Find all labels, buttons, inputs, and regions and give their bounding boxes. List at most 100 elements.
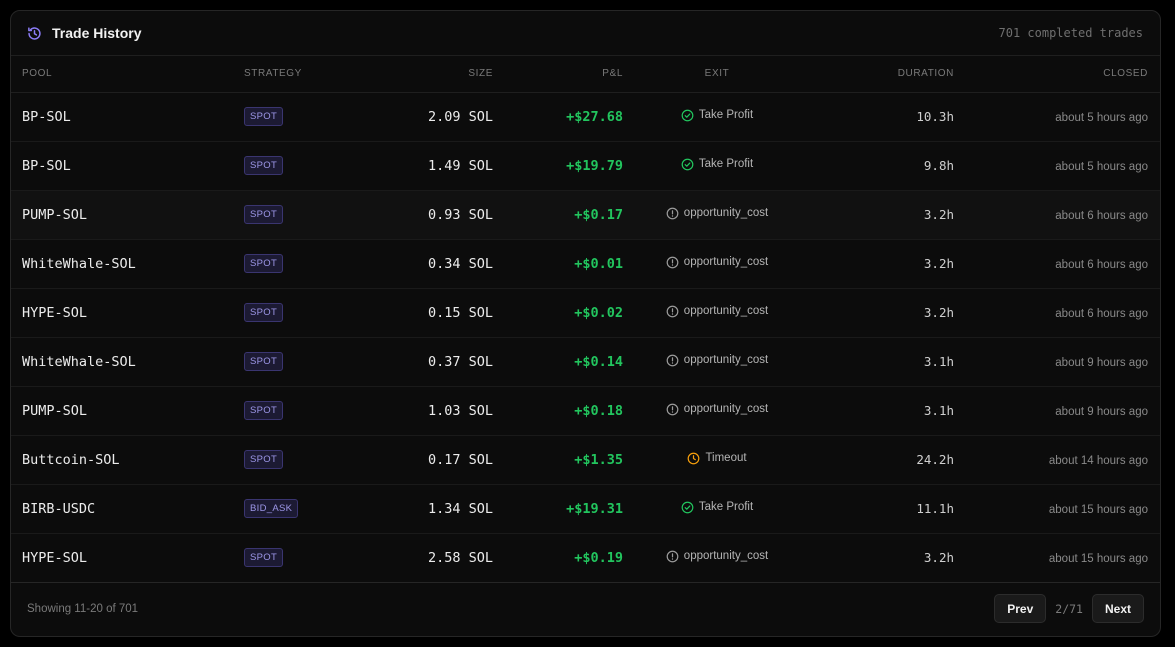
history-icon [27, 26, 42, 41]
pnl-cell: +$19.31 [493, 484, 623, 534]
duration-cell: 24.2h [811, 435, 954, 485]
table-row[interactable]: PUMP-SOL SPOT 0.93 SOL +$0.17 opportunity_co… [11, 190, 1160, 240]
table-row[interactable]: BP-SOL SPOT 2.09 SOL +$27.68 Take Profit 10.3… [11, 92, 1160, 142]
trade-count: 701 completed trades [998, 26, 1144, 40]
size-cell: 1.49 SOL [349, 141, 493, 191]
alert-circle-icon [666, 403, 679, 416]
duration-cell: 10.3h [811, 92, 954, 142]
table-row[interactable]: WhiteWhale-SOL SPOT 0.34 SOL +$0.01 opportun… [11, 239, 1160, 289]
table-row[interactable]: BIRB-USDC BID_ASK 1.34 SOL +$19.31 Take Prof… [11, 484, 1160, 534]
position-size: 0.15 SOL [427, 304, 493, 321]
title-group: Trade History [27, 25, 141, 41]
strategy-cell: SPOT [233, 386, 349, 436]
exit-label: Take Profit [698, 158, 754, 170]
exit-reason: Take Profit [681, 501, 753, 514]
exit-cell: opportunity_cost [623, 386, 811, 436]
position-size: 2.58 SOL [427, 549, 493, 566]
strategy-cell: SPOT [233, 533, 349, 583]
closed-time: about 6 hours ago [1055, 259, 1148, 271]
strategy-cell: SPOT [233, 288, 349, 338]
pnl-cell: +$0.02 [493, 288, 623, 338]
check-circle-icon [681, 158, 694, 171]
column-header-pnl: P&L [493, 56, 623, 93]
table-row[interactable]: HYPE-SOL SPOT 2.58 SOL +$0.19 opportunity_co… [11, 533, 1160, 583]
pool-cell: BIRB-USDC [11, 484, 233, 534]
pool-name: HYPE-SOL [22, 304, 88, 321]
duration-value: 24.2h [916, 452, 954, 467]
column-header-size: SIZE [349, 56, 493, 93]
table-row[interactable]: HYPE-SOL SPOT 0.15 SOL +$0.02 opportunity_co… [11, 288, 1160, 338]
pnl-value: +$0.02 [574, 304, 623, 321]
pnl-value: +$0.19 [574, 549, 623, 566]
check-circle-icon [681, 109, 694, 122]
strategy-badge: SPOT [244, 205, 284, 224]
strategy-cell: SPOT [233, 141, 349, 191]
pool-name: WhiteWhale-SOL [22, 255, 136, 272]
closed-cell: about 6 hours ago [954, 190, 1160, 240]
size-cell: 0.37 SOL [349, 337, 493, 387]
pnl-cell: +$0.19 [493, 533, 623, 583]
pool-name: PUMP-SOL [22, 206, 88, 223]
closed-cell: about 5 hours ago [954, 141, 1160, 191]
pnl-value: +$0.17 [574, 206, 623, 223]
position-size: 0.34 SOL [427, 255, 493, 272]
exit-cell: opportunity_cost [623, 533, 811, 583]
position-size: 1.49 SOL [427, 157, 493, 174]
exit-cell: Take Profit [623, 141, 811, 191]
exit-cell: opportunity_cost [623, 190, 811, 240]
page-indicator: 2/71 [1055, 601, 1083, 616]
table-footer: Showing 11-20 of 701 Prev 2/71 Next [11, 581, 1160, 636]
exit-reason: opportunity_cost [666, 550, 768, 563]
size-cell: 2.58 SOL [349, 533, 493, 583]
strategy-badge: SPOT [244, 107, 284, 126]
exit-reason: Timeout [687, 452, 747, 465]
table-row[interactable]: PUMP-SOL SPOT 1.03 SOL +$0.18 opportunity_co… [11, 386, 1160, 436]
table-row[interactable]: Buttcoin-SOL SPOT 0.17 SOL +$1.35 Timeout 24.… [11, 435, 1160, 485]
position-size: 2.09 SOL [427, 108, 493, 125]
table-row[interactable]: BP-SOL SPOT 1.49 SOL +$19.79 Take Profit 9.8h… [11, 141, 1160, 191]
showing-range: Showing 11-20 of 701 [27, 602, 139, 615]
exit-cell: opportunity_cost [623, 337, 811, 387]
duration-value: 3.1h [923, 354, 954, 369]
check-circle-icon [681, 501, 694, 514]
trade-history-panel: Trade History 701 completed trades POOL … [10, 10, 1161, 637]
pnl-cell: +$0.01 [493, 239, 623, 289]
alert-circle-icon [666, 305, 679, 318]
next-button[interactable]: Next [1091, 594, 1144, 623]
exit-reason: opportunity_cost [666, 256, 768, 269]
prev-button[interactable]: Prev [994, 594, 1047, 623]
exit-label: opportunity_cost [683, 550, 769, 562]
pool-name: WhiteWhale-SOL [22, 353, 136, 370]
strategy-cell: SPOT [233, 190, 349, 240]
pool-name: Buttcoin-SOL [22, 451, 120, 468]
pool-cell: HYPE-SOL [11, 288, 233, 338]
pool-cell: PUMP-SOL [11, 190, 233, 240]
table-row[interactable]: WhiteWhale-SOL SPOT 0.37 SOL +$0.14 opportun… [11, 337, 1160, 387]
pnl-cell: +$0.17 [493, 190, 623, 240]
duration-value: 3.2h [923, 256, 954, 271]
table-header-row: POOL STRATEGY SIZE P&L EXIT DURATION CLO… [11, 56, 1160, 93]
exit-reason: Take Profit [681, 158, 753, 171]
pnl-value: +$1.35 [574, 451, 623, 468]
pool-cell: WhiteWhale-SOL [11, 239, 233, 289]
column-header-closed: CLOSED [954, 56, 1160, 93]
size-cell: 0.34 SOL [349, 239, 493, 289]
closed-cell: about 14 hours ago [954, 435, 1160, 485]
position-size: 1.03 SOL [427, 402, 493, 419]
column-header-strategy: STRATEGY [233, 56, 349, 93]
duration-cell: 9.8h [811, 141, 954, 191]
closed-time: about 9 hours ago [1055, 357, 1148, 369]
duration-value: 3.2h [923, 550, 954, 565]
position-size: 0.17 SOL [427, 451, 493, 468]
duration-cell: 3.2h [811, 190, 954, 240]
pool-cell: BP-SOL [11, 141, 233, 191]
exit-label: opportunity_cost [683, 207, 769, 219]
closed-cell: about 15 hours ago [954, 533, 1160, 583]
alert-circle-icon [666, 256, 679, 269]
strategy-badge: SPOT [244, 303, 284, 322]
exit-label: opportunity_cost [683, 403, 769, 415]
pnl-cell: +$19.79 [493, 141, 623, 191]
exit-cell: Take Profit [623, 92, 811, 142]
size-cell: 0.17 SOL [349, 435, 493, 485]
pool-name: BIRB-USDC [22, 500, 96, 517]
